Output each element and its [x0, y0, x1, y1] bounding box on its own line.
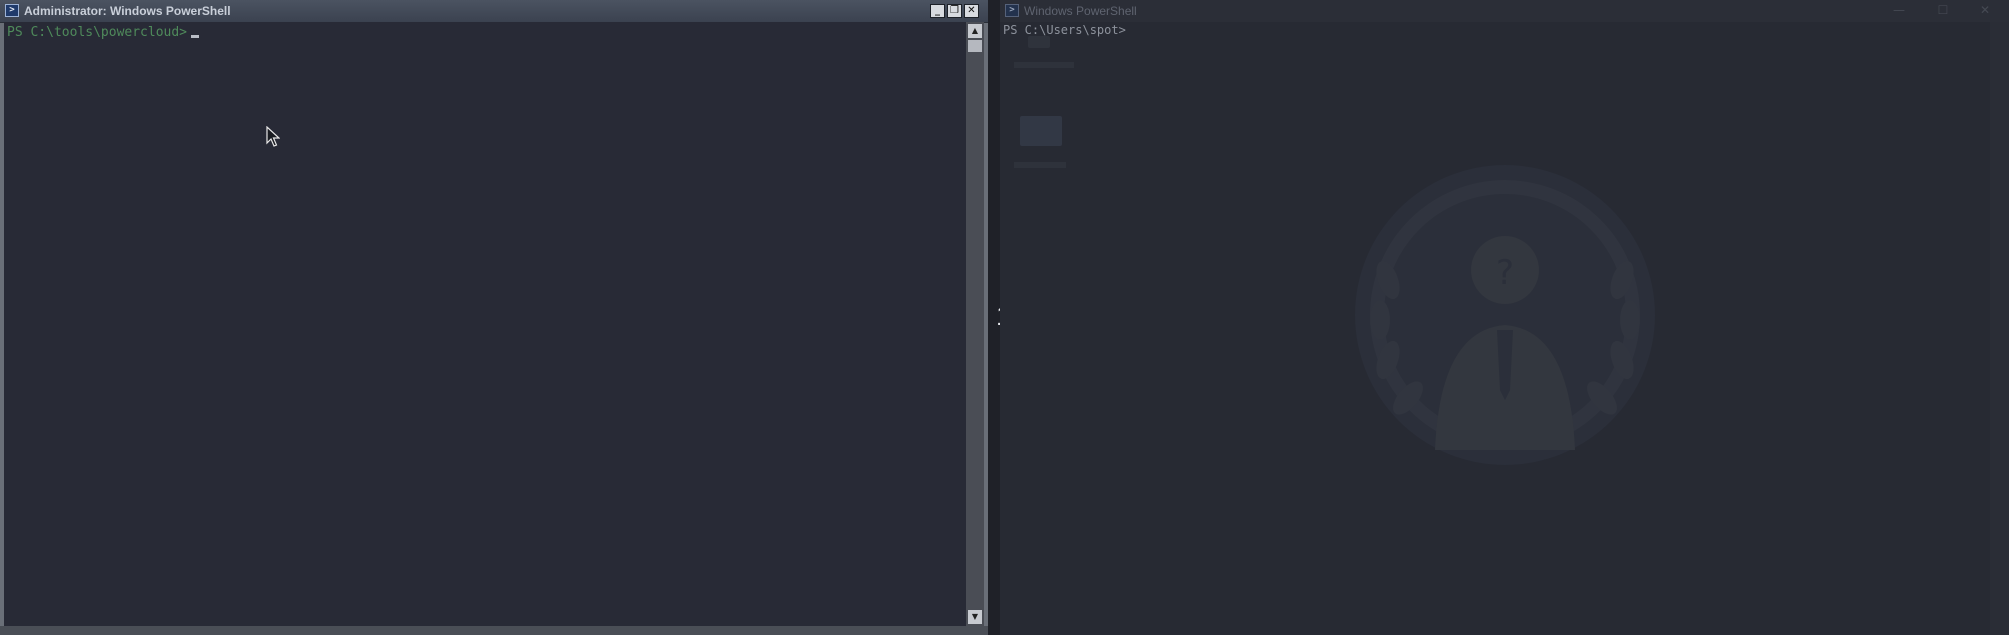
close-button[interactable]: ✕ [964, 4, 979, 18]
console-prompt: PS C:\tools\powercloud> [7, 25, 200, 41]
scroll-up-arrow-icon[interactable]: ▲ [968, 24, 982, 38]
powershell-icon[interactable]: > [1005, 4, 1019, 17]
powershell-icon[interactable]: > [5, 4, 19, 17]
console-prompt: PS C:\Users\spot> [1003, 23, 1126, 37]
admin-window-title: Administrator: Windows PowerShell [24, 4, 231, 18]
svg-text:?: ? [1496, 253, 1514, 293]
scrollbar-thumb[interactable] [968, 40, 982, 52]
mouse-pointer-icon [266, 126, 280, 147]
admin-window-titlebar[interactable]: > Administrator: Windows PowerShell _ ❐ … [0, 0, 988, 23]
admin-console-area[interactable]: PS C:\tools\powercloud> [4, 22, 966, 626]
scroll-down-arrow-icon[interactable]: ▼ [968, 610, 982, 624]
close-button[interactable]: ✕ [1976, 3, 1994, 17]
vertical-scrollbar[interactable] [1990, 22, 2009, 635]
console-prompt-text: PS C:\tools\powercloud> [7, 25, 188, 40]
desktop-icon [1028, 36, 1050, 48]
minimize-button[interactable]: _ [930, 4, 945, 18]
window-title: Windows PowerShell [1024, 4, 1137, 18]
window-bottom-border [0, 626, 988, 635]
restore-button[interactable]: ❐ [947, 4, 962, 18]
desktop-icon-label [1014, 62, 1074, 68]
desktop-folder-icon [1020, 116, 1062, 146]
wallpaper-emblem-icon: ? [1355, 165, 1655, 465]
window-titlebar[interactable]: > Windows PowerShell — ☐ ✕ [1000, 0, 2009, 22]
text-cursor [191, 35, 200, 38]
maximize-button[interactable]: ☐ [1934, 3, 1952, 17]
admin-powershell-window[interactable]: > Administrator: Windows PowerShell _ ❐ … [0, 0, 988, 635]
powershell-window[interactable]: > Windows PowerShell — ☐ ✕ PS C:\Users\s… [1000, 0, 2009, 635]
vertical-scrollbar[interactable]: ▲ ▼ [966, 22, 984, 626]
desktop-icon-label [1014, 162, 1066, 168]
minimize-button[interactable]: — [1890, 3, 1908, 17]
